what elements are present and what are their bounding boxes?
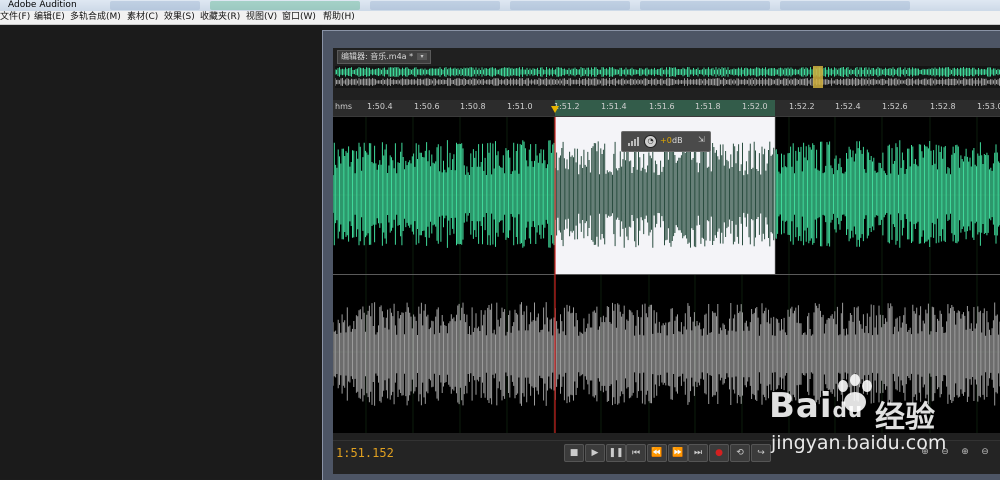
volume-knob-icon[interactable]: ◔ <box>644 135 657 148</box>
hud-gain-value[interactable]: +0 <box>660 136 672 145</box>
document-tab-label: 编辑器: 音乐.m4a * <box>341 52 414 61</box>
record-button[interactable]: ● <box>709 444 729 462</box>
go-to-start-button[interactable]: ⏮ <box>626 444 646 462</box>
ruler-tick-label: 1:52.4 <box>835 102 861 111</box>
ruler-tick-label: 1:52.6 <box>882 102 908 111</box>
app-title: Adobe Audition <box>8 0 77 10</box>
watermark-logo-text: Baidu <box>769 386 864 426</box>
menu-window[interactable]: 窗口(W) <box>282 11 316 24</box>
menu-effects[interactable]: 效果(S) <box>164 11 195 24</box>
go-to-end-button[interactable]: ⏭ <box>688 444 708 462</box>
background-window-tab <box>510 1 630 10</box>
pin-icon[interactable]: ⇲ <box>698 135 705 144</box>
overview-waveform[interactable] <box>335 66 1000 88</box>
volume-meter-icon <box>628 137 639 146</box>
playhead-handle[interactable] <box>551 106 559 113</box>
background-window-tab <box>780 1 910 10</box>
menu-bar: 文件(F) 编辑(E) 多轨合成(M) 素材(C) 效果(S) 收藏夹(R) 视… <box>0 11 1000 25</box>
watermark-url: jingyan.baidu.com <box>771 432 947 454</box>
ruler-tick-label: 1:50.4 <box>367 102 393 111</box>
ruler-tick-label: 1:51.0 <box>507 102 533 111</box>
ruler-tick-label: 1:52.8 <box>930 102 956 111</box>
ruler-tick-label: 1:51.6 <box>649 102 675 111</box>
menu-help[interactable]: 帮助(H) <box>323 11 355 24</box>
ruler-tick-label: 1:53.0 <box>977 102 1000 111</box>
fast-forward-button[interactable]: ⏩ <box>668 444 688 462</box>
time-ruler[interactable]: hms 1:50.4 1:50.6 1:50.8 1:51.0 1:51.2 1… <box>333 100 1000 117</box>
stop-button[interactable]: ■ <box>564 444 584 462</box>
watermark-site-name: 经验 <box>875 400 935 435</box>
ruler-tick-label: 1:52.0 <box>742 102 768 111</box>
ruler-tick-label: 1:50.8 <box>460 102 486 111</box>
left-panel <box>0 25 322 479</box>
hud-gain-unit: dB <box>672 136 683 145</box>
menu-clip[interactable]: 素材(C) <box>127 11 158 24</box>
background-window-tab <box>640 1 770 10</box>
ruler-tick-label: 1:51.4 <box>601 102 627 111</box>
editor-document-tab[interactable]: 编辑器: 音乐.m4a * ▾ <box>337 50 431 64</box>
ruler-tick-label: 1:52.2 <box>789 102 815 111</box>
ruler-tick-label: 1:50.6 <box>414 102 440 111</box>
menu-file[interactable]: 文件(F) <box>0 11 30 24</box>
play-button[interactable]: ▶ <box>585 444 605 462</box>
background-window-tab <box>370 1 500 10</box>
ruler-tick-label: 1:51.8 <box>695 102 721 111</box>
title-bar: Adobe Audition <box>0 0 1000 11</box>
overview-viewport-handle[interactable] <box>813 66 823 88</box>
rewind-button[interactable]: ⏪ <box>647 444 667 462</box>
background-window-tab <box>110 1 200 10</box>
background-window-tab <box>210 1 360 10</box>
baidu-jingyan-watermark: Baidu 经验 jingyan.baidu.com <box>767 372 997 462</box>
menu-edit[interactable]: 编辑(E) <box>34 11 65 24</box>
pause-button[interactable]: ❚❚ <box>606 444 626 462</box>
menu-view[interactable]: 视图(V) <box>246 11 277 24</box>
hud-volume-control[interactable]: ◔ +0 dB ⇲ <box>621 131 711 152</box>
current-time-display: 1:51.152 <box>336 446 394 460</box>
loop-button[interactable]: ⟲ <box>730 444 750 462</box>
ruler-unit-label: hms <box>335 102 353 111</box>
menu-multitrack[interactable]: 多轨合成(M) <box>70 11 121 24</box>
chevron-down-icon[interactable]: ▾ <box>417 53 427 60</box>
menu-favorites[interactable]: 收藏夹(R) <box>200 11 240 24</box>
